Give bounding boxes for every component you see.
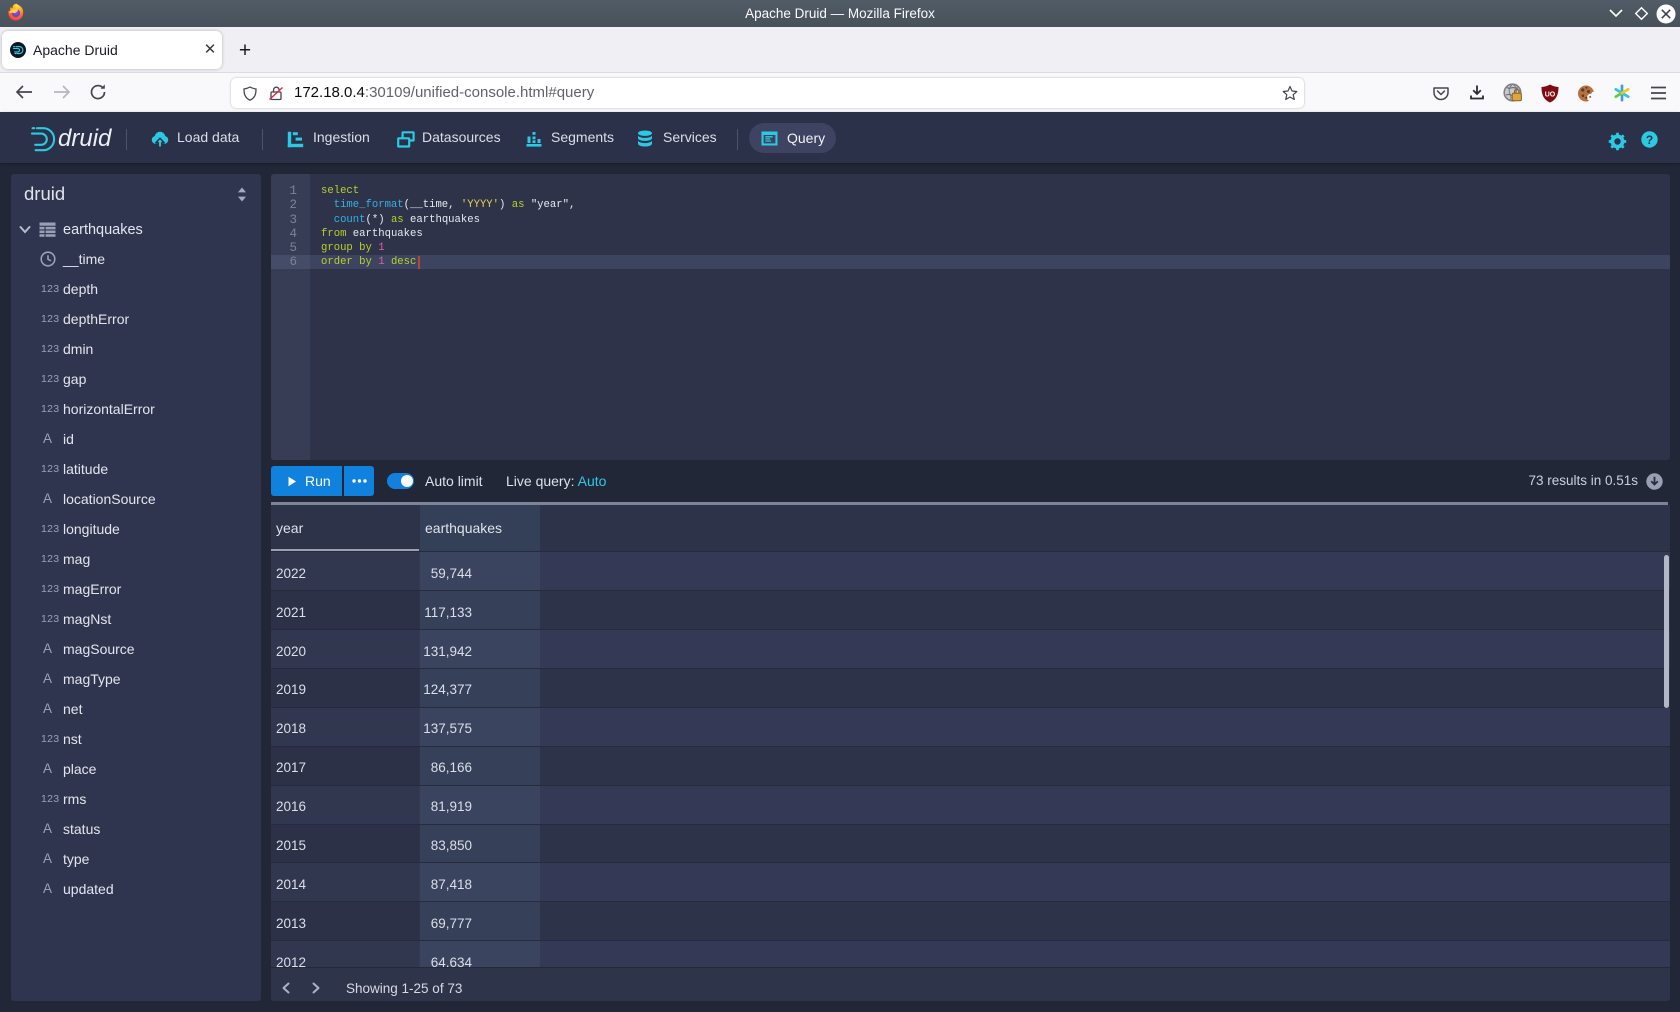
svg-text:UO: UO: [1545, 92, 1556, 99]
svg-text:?: ?: [1646, 133, 1653, 147]
